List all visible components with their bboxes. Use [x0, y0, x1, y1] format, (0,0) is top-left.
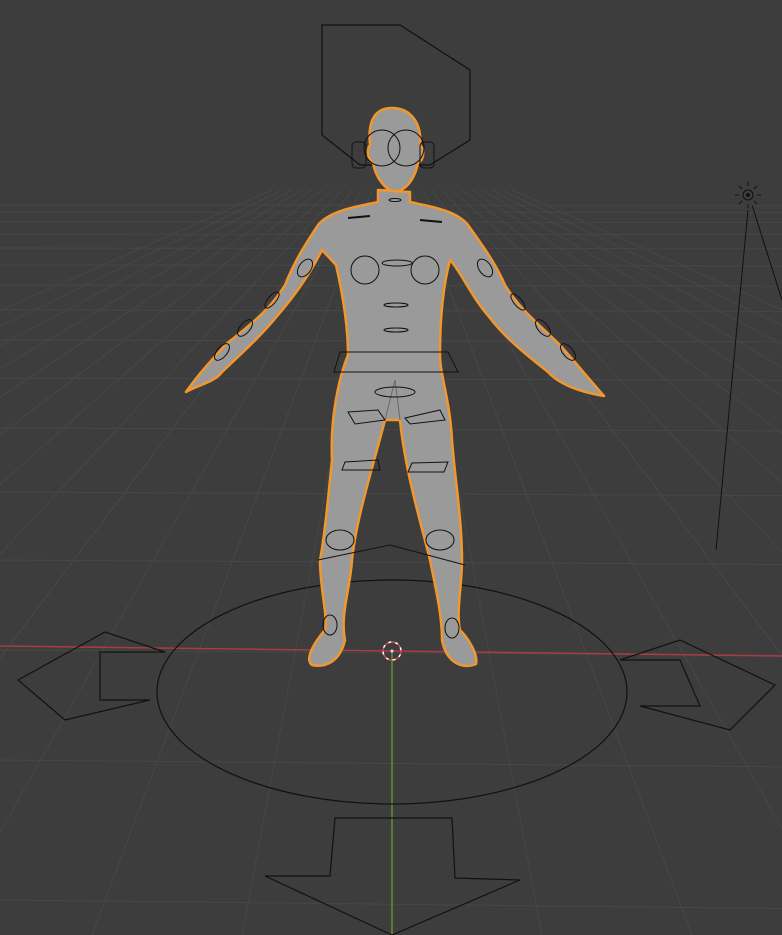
grid-line	[0, 189, 303, 370]
3d-viewport[interactable]	[0, 0, 782, 935]
grid-line	[0, 189, 273, 312]
grid-line	[0, 899, 782, 910]
grid-line	[501, 189, 782, 327]
light-icon[interactable]	[715, 182, 782, 551]
grid-line	[0, 759, 782, 768]
grid-line	[0, 559, 782, 565]
viewport-canvas[interactable]	[0, 0, 782, 935]
grid-line	[0, 491, 782, 497]
grid-line	[491, 189, 782, 345]
grid-line	[0, 189, 283, 327]
grid-line	[0, 189, 293, 346]
grid-line	[0, 189, 363, 834]
grid-line	[0, 189, 313, 399]
